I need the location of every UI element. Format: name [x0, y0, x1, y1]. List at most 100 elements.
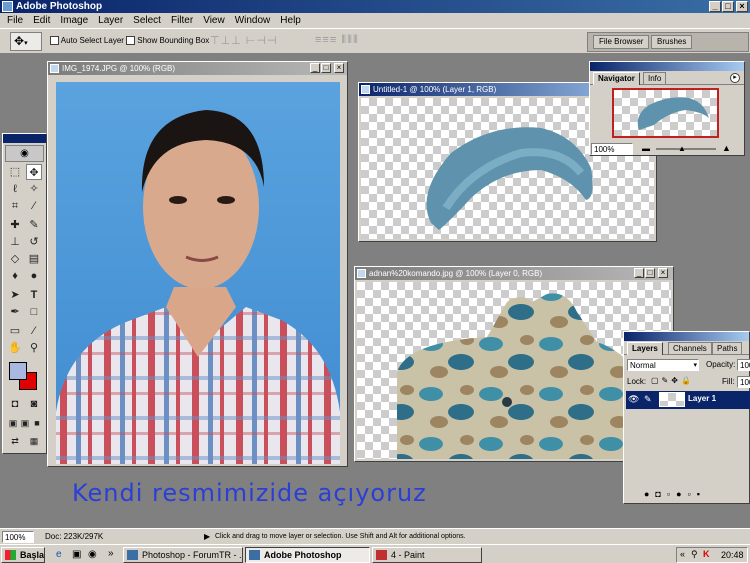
brush-tool-icon[interactable]: ✎ — [26, 217, 42, 233]
status-zoom-field[interactable]: 100% — [2, 531, 34, 543]
menu-view[interactable]: View — [198, 15, 230, 26]
navigator-thumbnail — [637, 97, 709, 130]
fill-field[interactable]: 100% — [737, 376, 750, 388]
zoom-in-icon[interactable]: ▲ — [722, 143, 731, 153]
file-browser-tab[interactable]: File Browser — [593, 35, 650, 49]
blend-mode-select[interactable]: Normal ▾ — [627, 359, 699, 371]
move-tool-icon[interactable]: ✥ — [26, 164, 42, 180]
distribute-buttons[interactable]: ≡≡≡ ⦀⦀⦀ — [315, 34, 359, 47]
menu-select[interactable]: Select — [128, 15, 166, 26]
layers-tabs: Layers Channels Paths — [624, 341, 749, 355]
taskbar: Başlat e ▣ ◉ » Photoshop - ForumTR - ...… — [0, 544, 750, 563]
hand-tool-icon[interactable]: ✋ — [7, 340, 23, 356]
close-icon[interactable]: × — [658, 268, 668, 278]
menu-layer[interactable]: Layer — [93, 15, 128, 26]
dodge-tool-icon[interactable]: ● — [26, 268, 42, 284]
brush-link-icon[interactable]: ✎ — [644, 394, 652, 405]
auto-select-layer-option[interactable]: Auto Select Layer — [50, 36, 124, 46]
tray-chevron-icon[interactable]: « — [680, 549, 685, 559]
tab-info[interactable]: Info — [643, 72, 667, 85]
healing-brush-icon[interactable]: ✚ — [7, 217, 23, 233]
document-window-img1974[interactable]: IMG_1974.JPG @ 100% (RGB) _ □ × — [47, 61, 348, 467]
maximize-icon[interactable]: □ — [722, 1, 734, 12]
type-tool-icon[interactable]: T — [26, 287, 42, 303]
zoom-tool-icon[interactable]: ⚲ — [26, 340, 42, 356]
status-arrow-icon[interactable]: ▶ — [204, 529, 210, 544]
foreground-color-swatch-front[interactable] — [9, 362, 27, 380]
minimize-icon[interactable]: _ — [310, 63, 320, 73]
tray-app-icon[interactable]: ⚲ — [691, 549, 698, 560]
media-player-icon[interactable]: ◉ — [88, 549, 97, 560]
slice-tool-icon[interactable]: ⁄ — [26, 198, 42, 214]
tab-layers[interactable]: Layers — [627, 342, 663, 355]
minimize-icon[interactable]: _ — [709, 1, 721, 12]
auto-select-checkbox[interactable] — [50, 36, 59, 46]
status-hint: Click and drag to move layer or selectio… — [215, 533, 466, 540]
layer-thumbnail — [659, 392, 685, 407]
lock-options-icons[interactable]: ▢✎✥🔒 — [651, 376, 694, 385]
taskbar-item-paint[interactable]: 4 - Paint — [372, 547, 482, 563]
marquee-tool-icon[interactable]: ⬚ — [7, 164, 23, 180]
tool-preset-picker[interactable]: ✥▾ — [10, 32, 42, 51]
tab-channels[interactable]: Channels — [668, 342, 712, 355]
gradient-tool-icon[interactable]: ▤ — [26, 251, 42, 267]
zoom-slider-track[interactable] — [656, 148, 716, 150]
blur-tool-icon[interactable]: ♦ — [7, 268, 23, 284]
start-button[interactable]: Başlat — [1, 547, 45, 563]
menu-image[interactable]: Image — [55, 15, 93, 26]
path-selection-icon[interactable]: ➤ — [7, 287, 23, 303]
history-brush-icon[interactable]: ↺ — [26, 234, 42, 250]
brushes-tab[interactable]: Brushes — [651, 35, 693, 49]
notes-tool-icon[interactable]: ▭ — [7, 323, 23, 339]
eyedropper-icon[interactable]: ⁄ — [26, 323, 42, 339]
zoom-slider-handle[interactable]: ▲ — [678, 144, 686, 153]
eraser-tool-icon[interactable]: ◇ — [7, 251, 23, 267]
navigator-preview[interactable] — [612, 88, 719, 138]
show-bounding-box-option[interactable]: Show Bounding Box — [126, 36, 209, 46]
palette-menu-icon[interactable]: ▸ — [730, 73, 740, 83]
standard-mode-icon[interactable]: ◘ — [7, 396, 23, 412]
taskbar-item-forum[interactable]: Photoshop - ForumTR - ... — [123, 547, 243, 563]
jump-to-imageready-icon[interactable]: ⇄ — [7, 433, 23, 449]
opacity-field[interactable]: 100% — [737, 359, 750, 371]
menu-filter[interactable]: Filter — [166, 15, 198, 26]
layer-name: Layer 1 — [688, 394, 717, 403]
layer-row-layer1[interactable]: 👁 ✎ Layer 1 — [626, 391, 750, 409]
screen-mode-full-icon[interactable]: ■ — [29, 415, 45, 431]
menu-file[interactable]: File — [2, 15, 28, 26]
clone-stamp-icon[interactable]: ⊥ — [7, 234, 23, 250]
maximize-icon[interactable]: □ — [321, 63, 331, 73]
ie-icon[interactable]: e — [56, 549, 62, 560]
photoshop-app-icon — [2, 1, 13, 12]
crop-tool-icon[interactable]: ⌗ — [7, 198, 23, 214]
desktop-icon[interactable]: ▣ — [72, 549, 81, 560]
tray-k-icon[interactable]: K — [703, 549, 710, 559]
navigator-zoom-field[interactable]: 100% — [591, 143, 633, 155]
quicklaunch-chevron[interactable]: » — [108, 548, 114, 559]
imageready-icon[interactable]: ▦ — [26, 433, 42, 449]
menu-help[interactable]: Help — [275, 15, 306, 26]
bounding-box-checkbox[interactable] — [126, 36, 135, 46]
adobe-online-icon[interactable]: ◉ — [5, 145, 44, 162]
tab-paths[interactable]: Paths — [712, 342, 743, 355]
close-icon[interactable]: × — [334, 63, 344, 73]
zoom-out-icon[interactable]: ▬ — [642, 144, 650, 153]
tab-navigator[interactable]: Navigator — [593, 72, 640, 85]
navigator-palette: Navigator Info ▸ 100% ▬ ▲ ▲ — [589, 61, 745, 156]
pen-tool-icon[interactable]: ✒ — [7, 304, 23, 320]
close-icon[interactable]: × — [736, 1, 748, 12]
lasso-tool-icon[interactable]: ℓ — [7, 181, 23, 197]
maximize-icon[interactable]: □ — [645, 268, 655, 278]
quick-mask-icon[interactable]: ◙ — [26, 396, 42, 412]
menu-window[interactable]: Window — [230, 15, 276, 26]
shape-tool-icon[interactable]: □ — [26, 304, 42, 320]
magic-wand-icon[interactable]: ✧ — [26, 181, 42, 197]
blend-mode-value: Normal — [630, 361, 656, 370]
layers-bottom-buttons[interactable]: ●◘▫●▫▪ — [626, 489, 749, 502]
align-buttons[interactable]: ⊤⊥⊥ ⊢⊣⊣ — [210, 34, 278, 47]
document-icon — [50, 64, 59, 73]
taskbar-item-photoshop[interactable]: Adobe Photoshop — [245, 547, 370, 563]
eye-icon[interactable]: 👁 — [628, 394, 639, 405]
menu-edit[interactable]: Edit — [28, 15, 55, 26]
minimize-icon[interactable]: _ — [634, 268, 644, 278]
